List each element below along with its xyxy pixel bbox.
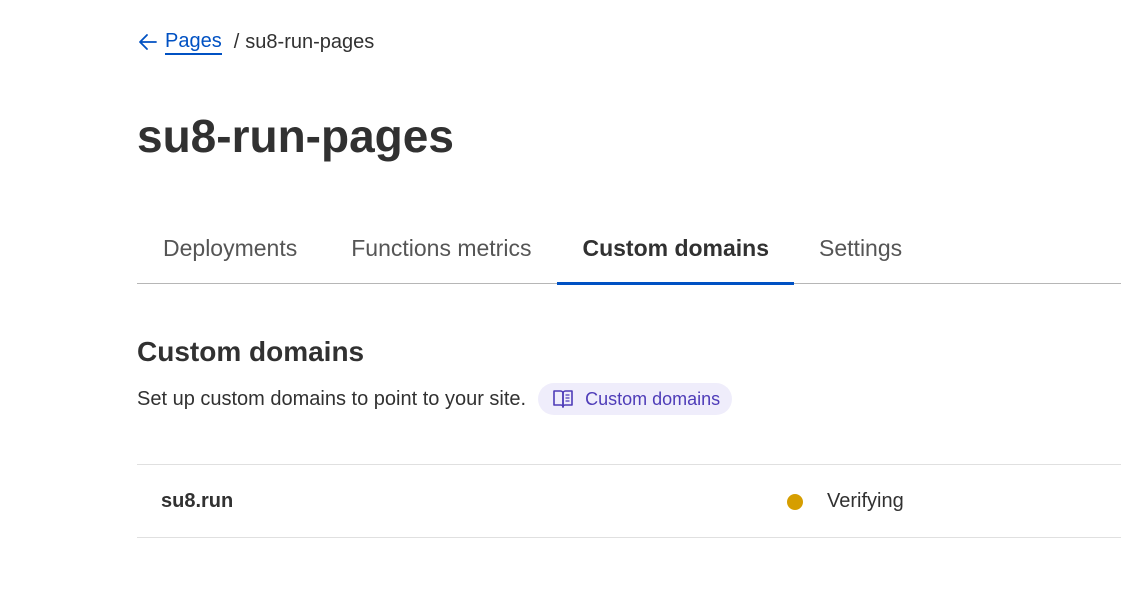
status-dot-icon <box>787 493 803 510</box>
back-to-pages-link[interactable]: Pages <box>137 30 222 55</box>
docs-link-label: Custom domains <box>585 388 721 409</box>
breadcrumb-current: su8-run-pages <box>245 30 375 53</box>
section-title: Custom domains <box>137 336 365 367</box>
tab-functions-metrics[interactable]: Functions metrics <box>351 224 531 283</box>
page: Pages / su8-run-pages su8-run-pages Depl… <box>0 0 1121 607</box>
back-link-label: Pages <box>165 30 222 55</box>
book-open-icon <box>553 390 573 408</box>
section-description-row: Set up custom domains to point to your s… <box>137 383 733 415</box>
section-description: Set up custom domains to point to your s… <box>137 387 527 410</box>
domain-row[interactable]: su8.run Verifying <box>137 464 1121 538</box>
domain-name[interactable]: su8.run <box>161 490 233 513</box>
tab-custom-domains[interactable]: Custom domains <box>557 224 794 285</box>
arrow-left-icon <box>139 34 157 50</box>
page-title: su8-run-pages <box>137 110 454 162</box>
tab-deployments[interactable]: Deployments <box>163 224 297 283</box>
breadcrumb-separator: / <box>233 30 240 53</box>
breadcrumb: Pages / su8-run-pages <box>137 28 374 56</box>
custom-domains-docs-link[interactable]: Custom domains <box>538 383 733 415</box>
tab-settings[interactable]: Settings <box>819 224 902 283</box>
tab-bar: Deployments Functions metrics Custom dom… <box>137 224 1121 285</box>
domain-status: Verifying <box>787 490 904 513</box>
status-label: Verifying <box>827 490 904 512</box>
